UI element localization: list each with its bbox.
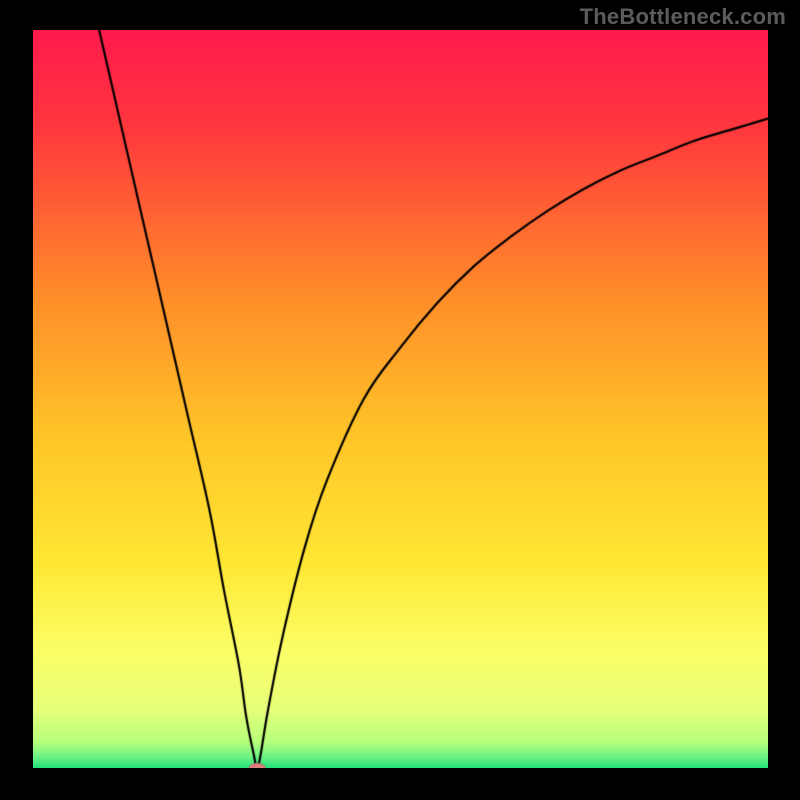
bottleneck-chart-canvas (33, 30, 768, 768)
plot-area (33, 30, 768, 768)
chart-container: TheBottleneck.com (0, 0, 800, 800)
watermark-text: TheBottleneck.com (580, 4, 786, 30)
